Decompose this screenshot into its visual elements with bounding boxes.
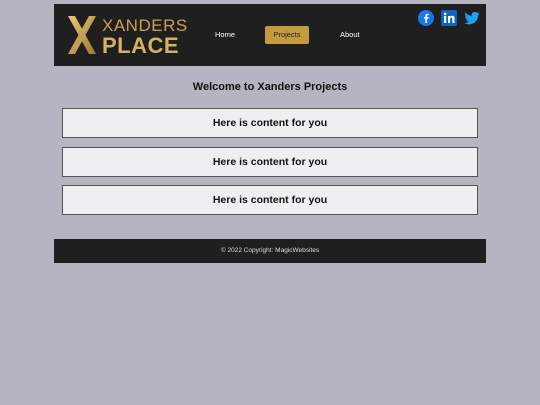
footer-copyright: © 2022 Copyright: MagicWebsites <box>220 247 320 254</box>
nav-home[interactable]: Home <box>215 26 235 44</box>
content-card: Here is content for you <box>62 185 478 215</box>
nav-projects[interactable]: Projects <box>265 26 309 44</box>
nav-about[interactable]: About <box>340 26 360 44</box>
content-card: Here is content for you <box>62 108 478 138</box>
page-wrapper: XANDERS PLACE Home Projects About Welcom… <box>54 4 486 263</box>
site-logo[interactable]: XANDERS PLACE <box>66 14 187 58</box>
logo-text-bottom: PLACE <box>102 33 180 58</box>
page-title: Welcome to Xanders Projects <box>192 81 348 93</box>
logo-x-mark <box>68 16 96 54</box>
twitter-icon[interactable] <box>464 10 480 26</box>
content-card: Here is content for you <box>62 147 478 177</box>
linkedin-icon[interactable] <box>441 10 457 26</box>
site-footer: © 2022 Copyright: MagicWebsites <box>54 239 486 263</box>
facebook-icon[interactable] <box>418 10 434 26</box>
site-header: XANDERS PLACE Home Projects About <box>54 4 486 66</box>
